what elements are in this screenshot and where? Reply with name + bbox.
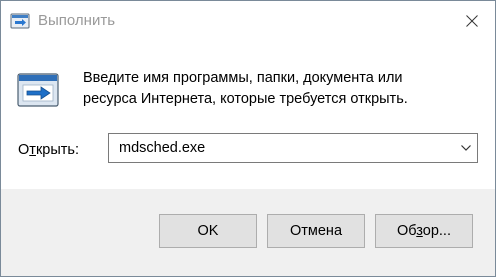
description-line-2: ресурса Интернета, которые требуется отк… (83, 91, 408, 107)
open-label-accesskey: т (29, 142, 36, 158)
dropdown-button[interactable] (455, 134, 477, 162)
open-input[interactable]: mdsched.exe (119, 140, 205, 156)
browse-label-suffix: ор... (422, 223, 451, 239)
run-dialog-icon (15, 71, 63, 113)
run-icon (10, 11, 32, 31)
run-dialog: Выполнить Введите имя программы, папки, … (0, 0, 496, 277)
open-combobox[interactable]: mdsched.exe (108, 133, 478, 163)
ok-button[interactable]: OK (159, 214, 257, 248)
description-line-1: Введите имя программы, папки, документа … (83, 70, 403, 86)
dialog-description: Введите имя программы, папки, документа … (83, 68, 483, 110)
close-button[interactable] (449, 1, 495, 41)
dialog-content: Введите имя программы, папки, документа … (1, 41, 495, 189)
title-bar: Выполнить (1, 1, 495, 41)
chevron-down-icon (461, 145, 471, 151)
cancel-button[interactable]: Отмена (267, 214, 365, 248)
browse-button[interactable]: Обзор... (375, 214, 473, 248)
open-label: Открыть: (18, 142, 79, 158)
window-title: Выполнить (38, 12, 116, 29)
close-icon (466, 15, 478, 27)
open-label-suffix: крыть: (35, 142, 79, 158)
open-label-prefix: О (18, 142, 30, 158)
browse-label-prefix: Об (397, 223, 417, 239)
